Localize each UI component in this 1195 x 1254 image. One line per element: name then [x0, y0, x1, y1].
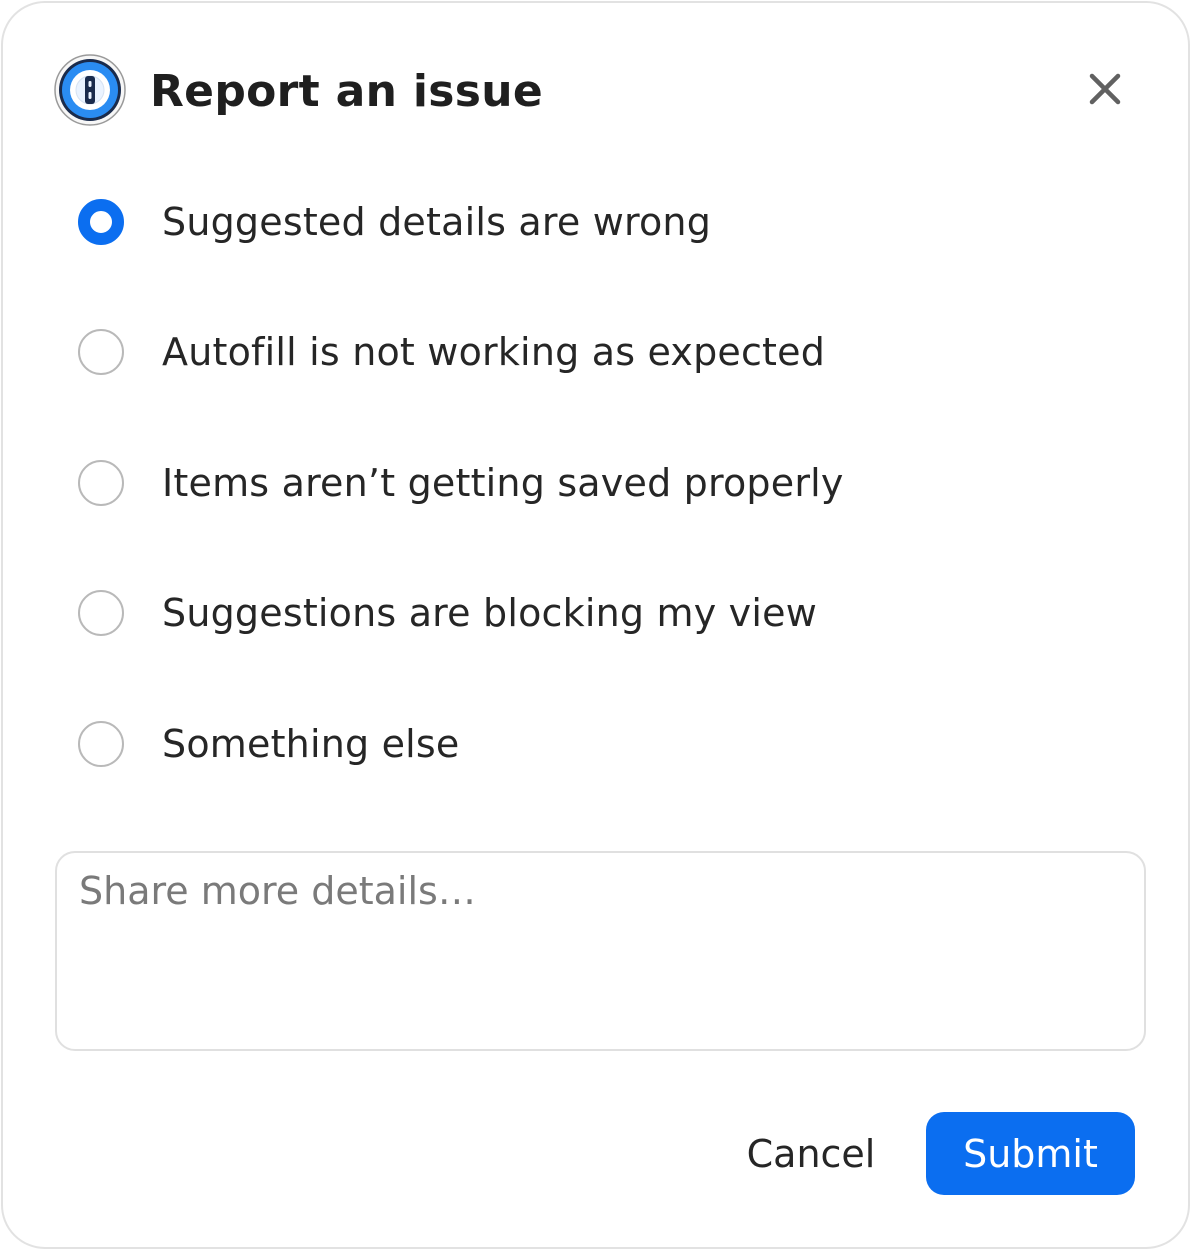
option-label: Suggested details are wrong	[162, 200, 712, 244]
option-suggestions-blocking-view[interactable]: Suggestions are blocking my view	[78, 588, 817, 638]
option-label: Autofill is not working as expected	[162, 330, 826, 374]
details-field-container	[55, 851, 1146, 1051]
option-label: Suggestions are blocking my view	[162, 591, 817, 635]
radio-button[interactable]	[78, 460, 124, 506]
radio-button-selected[interactable]	[78, 199, 124, 245]
radio-button[interactable]	[78, 329, 124, 375]
report-issue-dialog: Report an issue Suggested details are wr…	[1, 1, 1190, 1249]
close-button[interactable]	[1079, 65, 1131, 117]
option-autofill-not-working[interactable]: Autofill is not working as expected	[78, 327, 825, 377]
submit-button[interactable]: Submit	[926, 1112, 1135, 1195]
dialog-title: Report an issue	[150, 66, 543, 117]
details-textarea[interactable]	[57, 853, 1144, 1049]
option-suggested-details-wrong[interactable]: Suggested details are wrong	[78, 197, 711, 247]
1password-logo-icon	[54, 54, 126, 126]
radio-button[interactable]	[78, 721, 124, 767]
radio-button[interactable]	[78, 590, 124, 636]
option-label: Items aren’t getting saved properly	[162, 461, 844, 505]
close-icon	[1088, 72, 1122, 110]
option-items-not-saved[interactable]: Items aren’t getting saved properly	[78, 458, 844, 508]
option-label: Something else	[162, 722, 460, 766]
option-something-else[interactable]: Something else	[78, 719, 460, 769]
cancel-button[interactable]: Cancel	[725, 1113, 897, 1195]
